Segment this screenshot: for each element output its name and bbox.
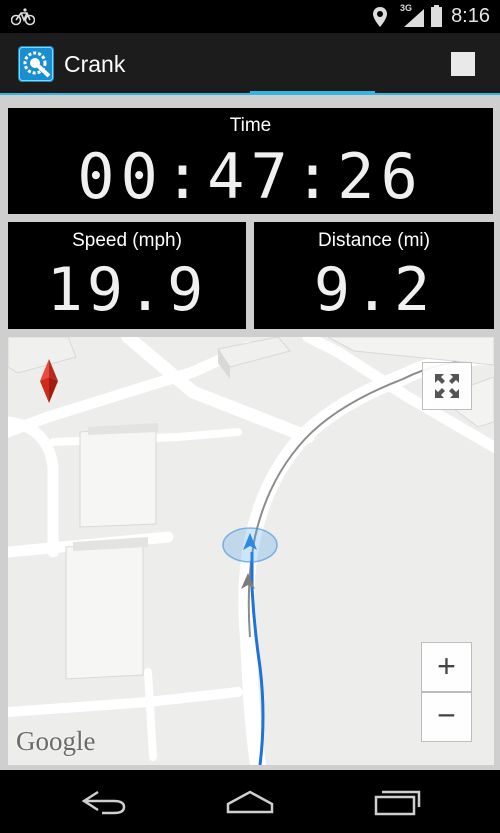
home-icon[interactable] [225,790,275,814]
back-icon[interactable] [78,789,128,815]
zoom-out-button[interactable]: − [421,692,472,742]
distance-value: 9.2 [313,255,435,325]
location-pin-icon [373,7,387,27]
compass-icon[interactable] [36,359,62,403]
status-time: 8:16 [451,5,490,27]
speed-label: Speed (mph) [72,230,182,251]
crank-gear-icon[interactable] [18,46,54,82]
nav-bar [0,770,500,833]
battery-icon [431,5,442,27]
bicycle-icon [11,8,35,26]
zoom-in-button[interactable]: + [421,642,472,692]
recent-apps-icon[interactable] [373,787,423,817]
distance-label: Distance (mi) [318,230,430,251]
app-title: Crank [64,51,126,77]
stop-button[interactable] [451,52,475,76]
map-view[interactable]: + − Google [8,337,494,765]
fullscreen-icon [435,374,459,398]
time-label: Time [229,115,272,136]
google-attribution: Google [16,726,96,756]
speed-value: 19.9 [46,255,208,325]
speed-box: Speed (mph) 19.9 [8,222,246,329]
action-bar: Crank [0,33,500,93]
fullscreen-button[interactable] [422,362,472,410]
distance-box: Distance (mi) 9.2 [254,222,494,329]
signal-icon [404,9,424,27]
time-value: 00:47:26 [77,140,424,213]
time-box: Time 00:47:26 [8,108,493,214]
status-bar: 3G 8:16 [0,0,500,33]
